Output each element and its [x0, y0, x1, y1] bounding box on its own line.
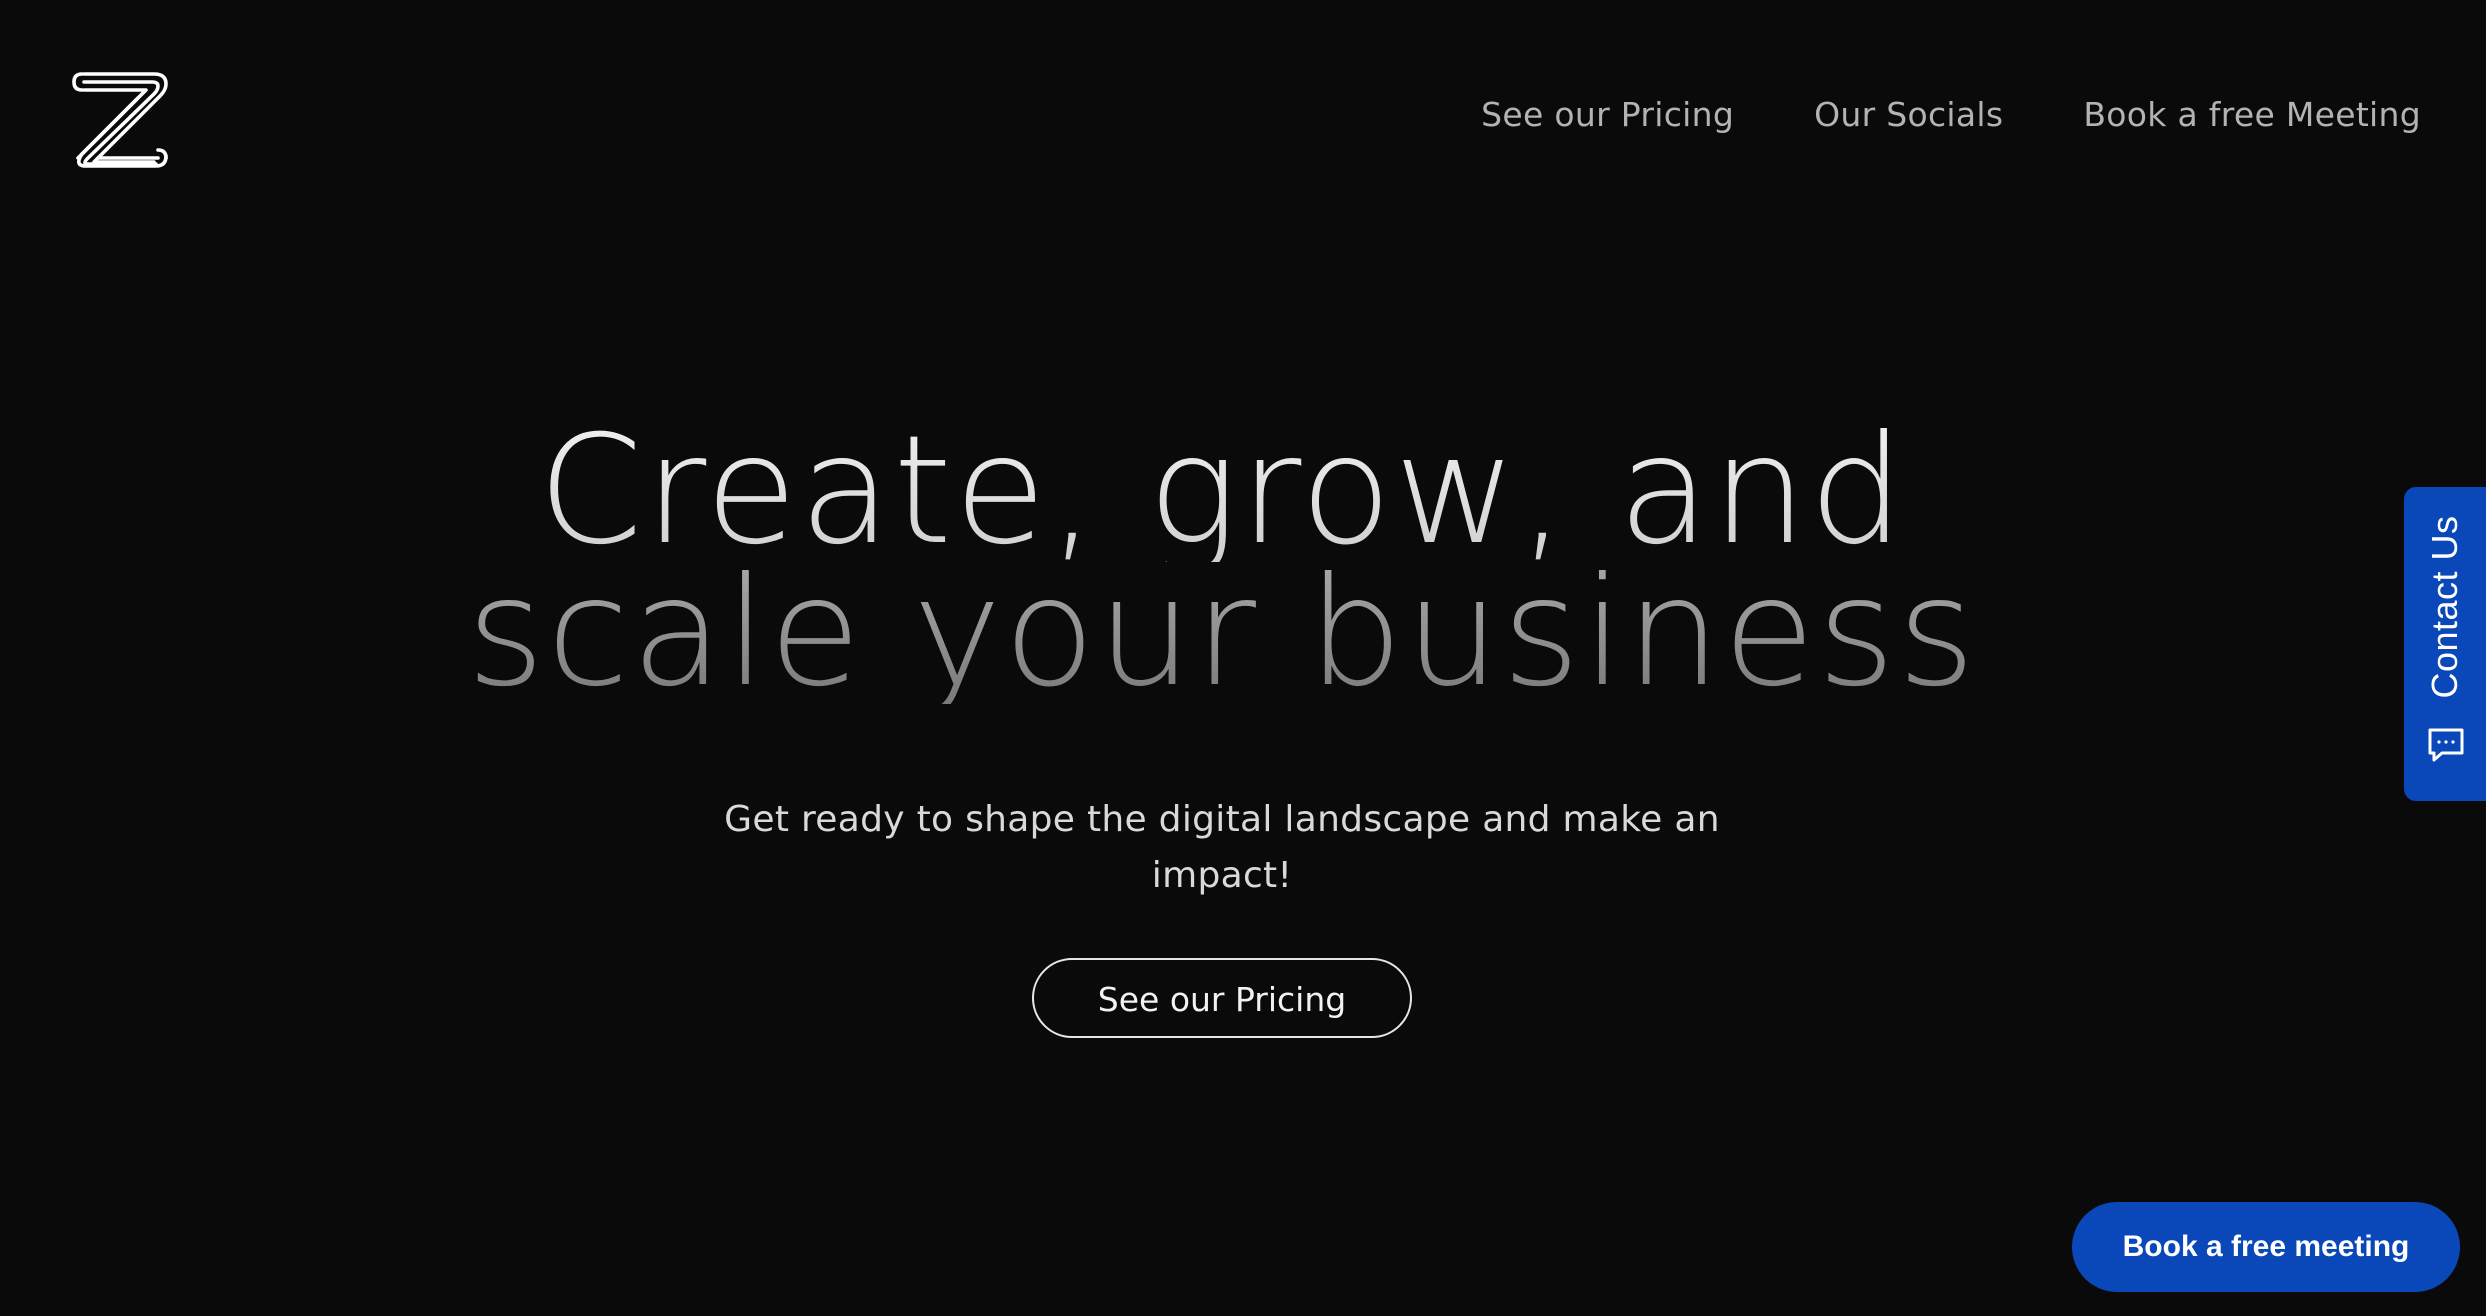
- hero-headline-line2: scale your business: [0, 558, 2444, 708]
- hero-section: Create, grow, and scale your business Ge…: [0, 416, 2444, 1038]
- book-free-meeting-button[interactable]: Book a free meeting: [2072, 1202, 2460, 1292]
- nav-book-meeting[interactable]: Book a free Meeting: [2083, 95, 2421, 134]
- z-logo-icon[interactable]: [68, 68, 172, 172]
- nav-see-pricing[interactable]: See our Pricing: [1481, 95, 1734, 134]
- see-pricing-button[interactable]: See our Pricing: [1032, 958, 1412, 1038]
- chat-bubble-icon: [2426, 725, 2466, 765]
- hero-subtitle: Get ready to shape the digital landscape…: [724, 799, 1720, 896]
- top-navigation: See our Pricing Our Socials Book a free …: [1481, 95, 2421, 134]
- contact-us-tab[interactable]: Contact Us: [2404, 487, 2486, 801]
- hero-headline-line1: Create, grow, and: [0, 416, 2444, 566]
- contact-us-label: Contact Us: [2424, 515, 2465, 699]
- page: See our Pricing Our Socials Book a free …: [0, 0, 2486, 1316]
- nav-our-socials[interactable]: Our Socials: [1814, 95, 2003, 134]
